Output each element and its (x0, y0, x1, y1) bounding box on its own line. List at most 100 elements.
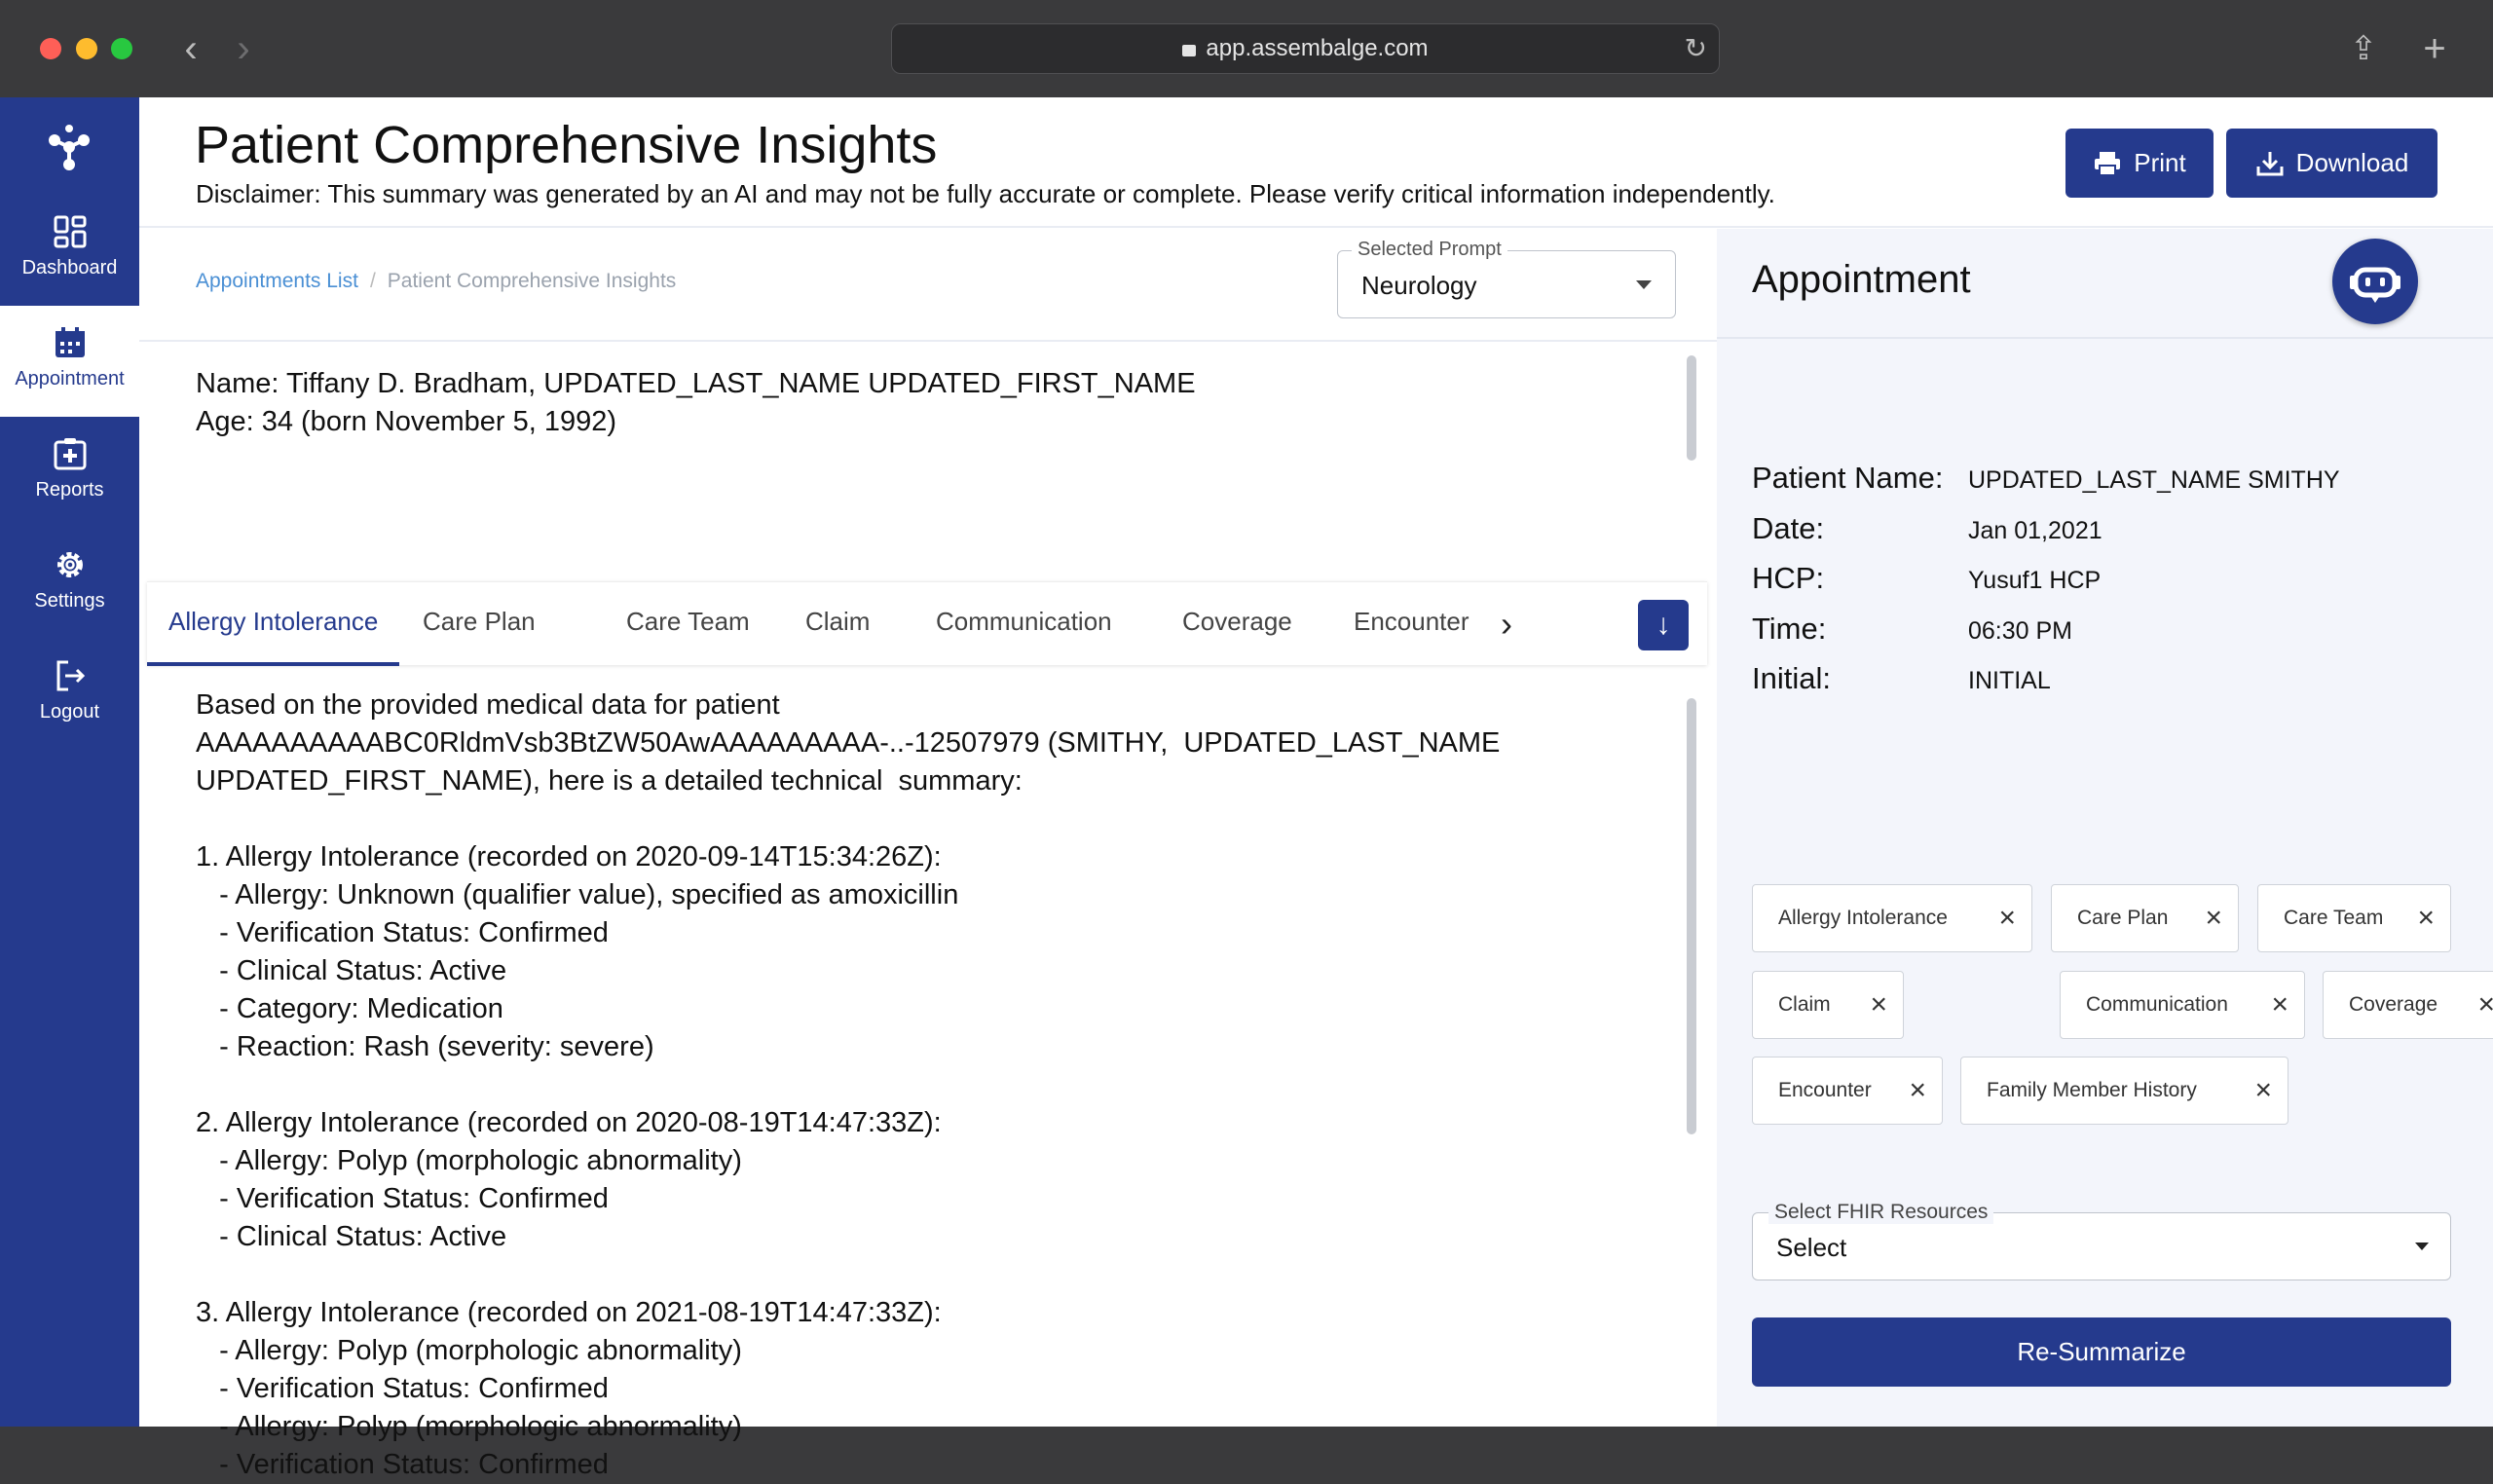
sidebar-item-dashboard[interactable]: Dashboard (0, 195, 139, 306)
info-row-time: Time: 06:30 PM (1752, 612, 2072, 647)
chip-claim: Claim × (1752, 971, 1904, 1039)
resource-tabs: Allergy Intolerance Care Plan Care Team … (147, 581, 1707, 666)
close-icon[interactable]: × (1909, 1057, 1926, 1123)
sidebar-item-logout[interactable]: Logout (0, 639, 139, 750)
gear-icon (56, 552, 83, 577)
close-icon[interactable]: × (2477, 972, 2493, 1037)
back-arrow-icon[interactable]: ‹ (171, 27, 210, 70)
forward-arrow-icon[interactable]: › (224, 27, 263, 70)
chip-family-member-history: Family Member History × (1960, 1057, 2288, 1125)
tab-care-team[interactable]: Care Team (626, 582, 750, 666)
chip-label: Care Plan (2077, 907, 2169, 929)
chip-allergy-intolerance: Allergy Intolerance × (1752, 884, 2032, 952)
tab-allergy-intolerance[interactable]: Allergy Intolerance (147, 582, 400, 666)
patient-info-scrollbar[interactable] (1687, 355, 1696, 461)
close-icon[interactable]: × (1870, 972, 1887, 1037)
minimize-window-button[interactable] (76, 38, 97, 59)
divider (139, 340, 1717, 342)
tab-encounter[interactable]: Encounter (1354, 582, 1470, 666)
close-icon[interactable]: × (2254, 1057, 2272, 1123)
appointment-title: Appointment (1752, 258, 1971, 301)
info-key: Date: (1752, 511, 1825, 545)
print-button[interactable]: Print (2065, 129, 2214, 198)
close-icon[interactable]: × (1998, 885, 2016, 950)
page-header: Patient Comprehensive Insights Disclaime… (139, 97, 2493, 228)
fhir-resources-dropdown[interactable]: Select FHIR Resources Select (1752, 1201, 2451, 1280)
selected-prompt-dropdown[interactable]: Selected Prompt Neurology (1337, 239, 1676, 318)
main-area: Patient Comprehensive Insights Disclaime… (139, 97, 2493, 1480)
chip-care-plan: Care Plan × (2051, 884, 2239, 952)
breadcrumb-separator: / (369, 270, 376, 292)
breadcrumb: Appointments List / Patient Comprehensive … (196, 270, 676, 293)
info-value: Yusuf1 HCP (1968, 567, 2102, 594)
info-key: Initial: (1752, 661, 1831, 695)
appointment-panel: Appointment Patient Name: UPDATED_LAST_NA… (1717, 229, 2493, 1427)
tab-care-plan[interactable]: Care Plan (423, 582, 536, 666)
chip-label: Coverage (2349, 993, 2438, 1016)
print-label: Print (2134, 148, 2186, 177)
chip-communication: Communication × (2060, 971, 2305, 1039)
selected-prompt-value: Neurology (1361, 271, 1477, 300)
breadcrumb-appointments-list[interactable]: Appointments List (196, 270, 358, 292)
close-icon[interactable]: × (2271, 972, 2288, 1037)
chip-label: Allergy Intolerance (1778, 907, 1948, 929)
patient-age: Age: 34 (born November 5, 1992) (196, 406, 617, 437)
selected-prompt-label: Selected Prompt (1352, 239, 1507, 261)
tab-communication[interactable]: Communication (936, 582, 1112, 666)
info-value: 06:30 PM (1968, 617, 2073, 645)
info-key: Time: (1752, 612, 1827, 646)
close-icon[interactable]: × (2205, 885, 2222, 950)
chevron-right-icon[interactable]: › (1501, 604, 1512, 645)
reload-icon[interactable]: ↻ (1685, 24, 1707, 73)
tab-coverage[interactable]: Coverage (1182, 582, 1292, 666)
chip-coverage: Coverage × (2323, 971, 2493, 1039)
printer-icon (2095, 151, 2121, 176)
chip-label: Communication (2086, 993, 2228, 1016)
url-text: app.assembalge.com (1206, 35, 1429, 61)
address-bar[interactable]: app.assembalge.com ↻ (891, 23, 1720, 74)
chip-care-team: Care Team × (2257, 884, 2451, 952)
sidebar-item-label: Appointment (15, 368, 125, 390)
ai-disclaimer: Disclaimer: This summary was generated b… (196, 179, 1775, 208)
divider (1717, 337, 2493, 339)
re-summarize-button[interactable]: Re-Summarize (1752, 1317, 2451, 1387)
reports-icon (54, 438, 86, 470)
close-icon[interactable]: × (2417, 885, 2435, 950)
info-value: UPDATED_LAST_NAME SMITHY (1968, 466, 2340, 494)
info-row-patient-name: Patient Name: UPDATED_LAST_NAME SMITHY (1752, 461, 2340, 496)
breadcrumb-current: Patient Comprehensive Insights (387, 270, 677, 292)
logout-icon (56, 660, 85, 691)
chip-label: Care Team (2284, 907, 2384, 929)
download-button[interactable]: Download (2226, 129, 2437, 198)
scroll-down-arrow-icon[interactable]: ↓ (1638, 600, 1689, 650)
maximize-window-button[interactable] (111, 38, 132, 59)
patient-name: Name: Tiffany D. Bradham, UPDATED_LAST_N… (196, 368, 1196, 399)
share-icon[interactable]: ⇪ (2342, 27, 2385, 70)
info-value: Jan 01,2021 (1968, 517, 2102, 544)
close-window-button[interactable] (40, 38, 61, 59)
sidebar-item-label: Settings (34, 590, 105, 612)
fhir-resources-value: Select (1776, 1233, 1847, 1262)
download-icon (2256, 151, 2284, 175)
chip-label: Encounter (1778, 1079, 1872, 1101)
chip-label: Claim (1778, 993, 1831, 1016)
info-value: INITIAL (1968, 667, 2051, 694)
chip-label: Family Member History (1987, 1079, 2197, 1101)
info-row-date: Date: Jan 01,2021 (1752, 511, 2102, 546)
info-key: HCP: (1752, 561, 1825, 595)
sidebar-item-reports[interactable]: Reports (0, 417, 139, 528)
summary-scrollbar[interactable] (1687, 698, 1696, 1134)
new-tab-icon[interactable]: + (2413, 27, 2456, 70)
download-label: Download (2295, 148, 2409, 177)
dashboard-icon (54, 215, 86, 248)
lock-icon (1182, 45, 1197, 56)
patient-info: Name: Tiffany D. Bradham, UPDATED_LAST_N… (196, 365, 1196, 441)
tab-claim[interactable]: Claim (805, 582, 870, 666)
robot-icon (2350, 267, 2400, 303)
sidebar-item-appointment[interactable]: Appointment (0, 306, 139, 417)
page-title: Patient Comprehensive Insights (195, 116, 938, 174)
sidebar-item-settings[interactable]: Settings (0, 528, 139, 639)
chatbot-button[interactable] (2332, 239, 2418, 324)
fhir-resources-label: Select FHIR Resources (1768, 1201, 1994, 1224)
chip-encounter: Encounter × (1752, 1057, 1943, 1125)
